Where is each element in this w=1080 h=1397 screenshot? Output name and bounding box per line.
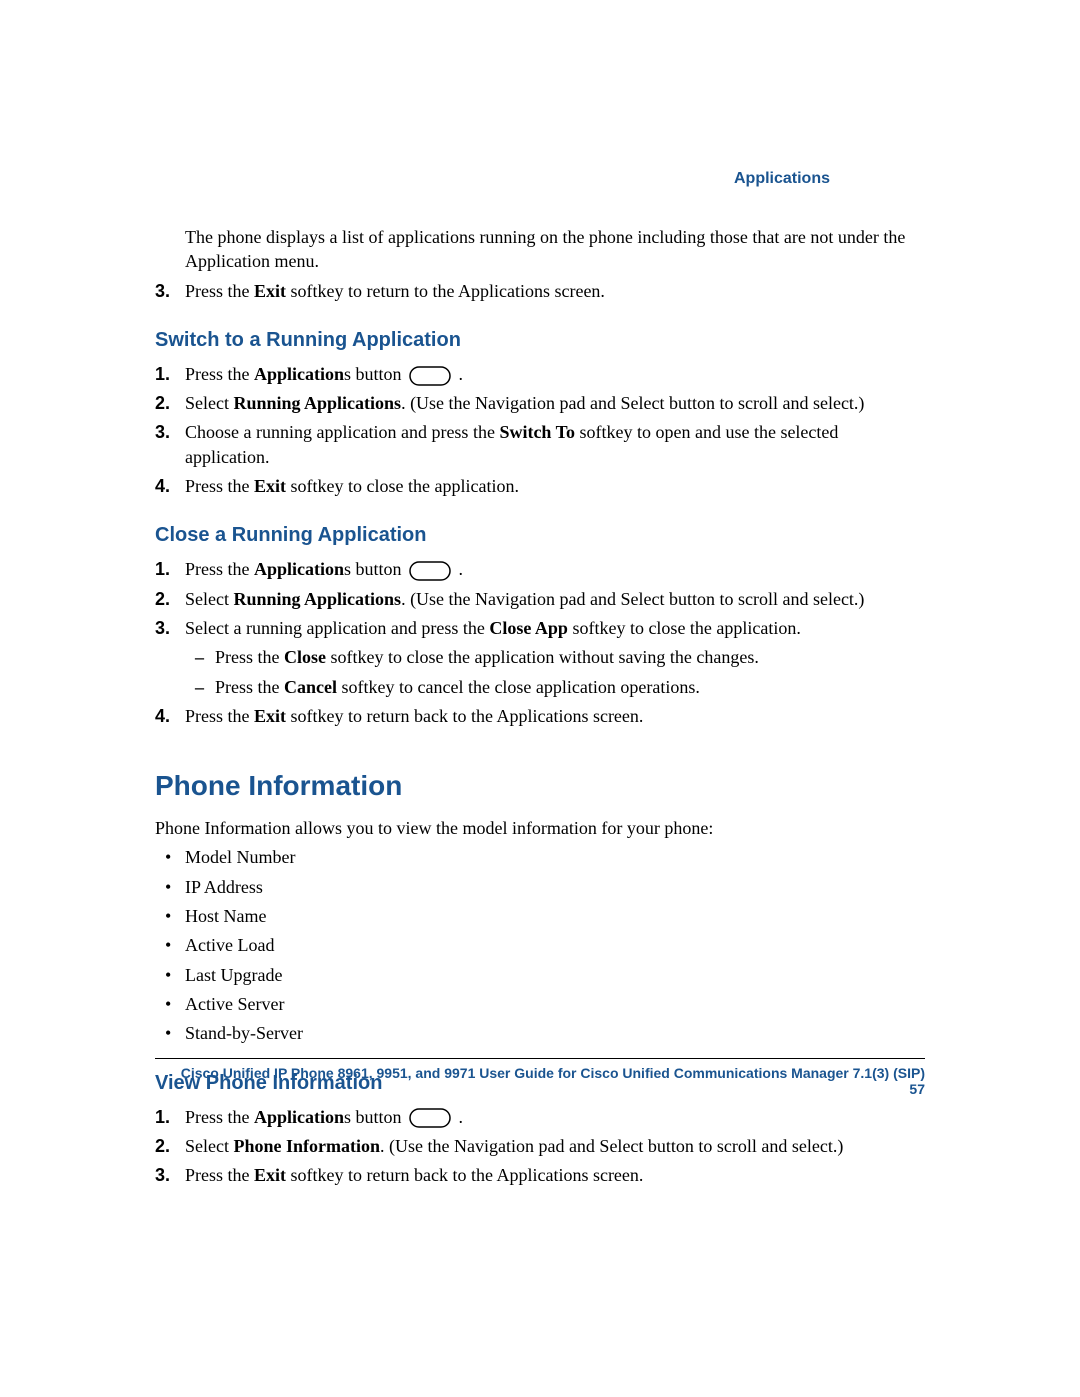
heading-phone-information: Phone Information (155, 770, 925, 802)
intro-paragraph: The phone displays a list of application… (185, 225, 925, 274)
close-step-3-subitems: Press the Close softkey to close the app… (215, 645, 925, 699)
switch-step-3: Choose a running application and press t… (185, 420, 925, 469)
bold-exit: Exit (254, 1165, 286, 1185)
text: Press the (185, 281, 254, 301)
view-phone-steps: Press the Applications button . Select P… (185, 1105, 925, 1188)
close-step-3: Select a running application and press t… (185, 616, 925, 699)
t: . (Use the Navigation pad and Select but… (380, 1136, 843, 1156)
t: Press the (185, 559, 254, 579)
bold-close-app: Close App (489, 618, 568, 638)
t: softkey to cancel the close application … (337, 677, 700, 697)
t: Select (185, 589, 233, 609)
t: s button (344, 364, 406, 384)
t: Choose a running application and press t… (185, 422, 499, 442)
t: softkey to return back to the Applicatio… (286, 1165, 643, 1185)
footer-title: Cisco Unified IP Phone 8961, 9951, and 9… (181, 1065, 925, 1081)
bold-application: Application (254, 364, 344, 384)
t: Press the (185, 364, 254, 384)
page-number: 57 (909, 1081, 925, 1097)
running-header: Applications (734, 170, 830, 188)
close-step-4: Press the Exit softkey to return back to… (185, 704, 925, 728)
applications-button-icon (409, 366, 451, 386)
bold-cancel: Cancel (284, 677, 337, 697)
close-sub-2: Press the Cancel softkey to cancel the c… (215, 675, 925, 699)
t: Select a running application and press t… (185, 618, 489, 638)
bold-exit: Exit (254, 281, 286, 301)
heading-close: Close a Running Application (155, 524, 925, 547)
t: Press the (185, 476, 254, 496)
close-sub-1: Press the Close softkey to close the app… (215, 645, 925, 669)
phone-info-intro: Phone Information allows you to view the… (155, 816, 925, 840)
view-step-1: Press the Applications button . (185, 1105, 925, 1129)
t: s button (344, 1107, 406, 1127)
bold-phone-information: Phone Information (233, 1136, 380, 1156)
t: . (454, 1107, 463, 1127)
bold-exit: Exit (254, 476, 286, 496)
bold-application: Application (254, 559, 344, 579)
switch-step-2: Select Running Applications. (Use the Na… (185, 391, 925, 415)
close-step-2: Select Running Applications. (Use the Na… (185, 587, 925, 611)
bold-running-apps: Running Applications (233, 393, 401, 413)
list-item: IP Address (185, 875, 925, 899)
t: softkey to close the application without… (326, 647, 759, 667)
t: Press the (215, 647, 284, 667)
t: Press the (185, 706, 254, 726)
page-footer: Cisco Unified IP Phone 8961, 9951, and 9… (155, 1058, 925, 1097)
close-steps: Press the Applications button . Select R… (185, 557, 925, 728)
intro-step-3: Press the Exit softkey to return to the … (185, 279, 925, 303)
t: . (Use the Navigation pad and Select but… (401, 589, 864, 609)
bold-running-apps: Running Applications (233, 589, 401, 609)
t: s button (344, 559, 406, 579)
text: softkey to return to the Applications sc… (286, 281, 605, 301)
t: Select (185, 393, 233, 413)
t: softkey to close the application. (568, 618, 801, 638)
phone-info-list: Model Number IP Address Host Name Active… (185, 845, 925, 1045)
t: softkey to return back to the Applicatio… (286, 706, 643, 726)
heading-switch: Switch to a Running Application (155, 329, 925, 352)
list-item: Model Number (185, 845, 925, 869)
view-step-3: Press the Exit softkey to return back to… (185, 1163, 925, 1187)
bold-switch-to: Switch To (499, 422, 575, 442)
list-item: Active Server (185, 992, 925, 1016)
switch-steps: Press the Applications button . Select R… (185, 362, 925, 498)
t: softkey to close the application. (286, 476, 519, 496)
list-item: Host Name (185, 904, 925, 928)
bold-exit: Exit (254, 706, 286, 726)
t: . (454, 364, 463, 384)
t: Press the (185, 1107, 254, 1127)
list-item: Stand-by-Server (185, 1021, 925, 1045)
page-body: The phone displays a list of application… (0, 0, 1080, 1187)
intro-steps-continued: Press the Exit softkey to return to the … (185, 279, 925, 303)
view-step-2: Select Phone Information. (Use the Navig… (185, 1134, 925, 1158)
switch-step-4: Press the Exit softkey to close the appl… (185, 474, 925, 498)
intro-text: The phone displays a list of application… (185, 225, 925, 274)
switch-step-1: Press the Applications button . (185, 362, 925, 386)
applications-button-icon (409, 561, 451, 581)
t: . (Use the Navigation pad and Select but… (401, 393, 864, 413)
t: . (454, 559, 463, 579)
bold-application: Application (254, 1107, 344, 1127)
t: Press the (215, 677, 284, 697)
t: Press the (185, 1165, 254, 1185)
list-item: Last Upgrade (185, 963, 925, 987)
list-item: Active Load (185, 933, 925, 957)
close-step-1: Press the Applications button . (185, 557, 925, 581)
t: Select (185, 1136, 233, 1156)
bold-close: Close (284, 647, 326, 667)
applications-button-icon (409, 1108, 451, 1128)
